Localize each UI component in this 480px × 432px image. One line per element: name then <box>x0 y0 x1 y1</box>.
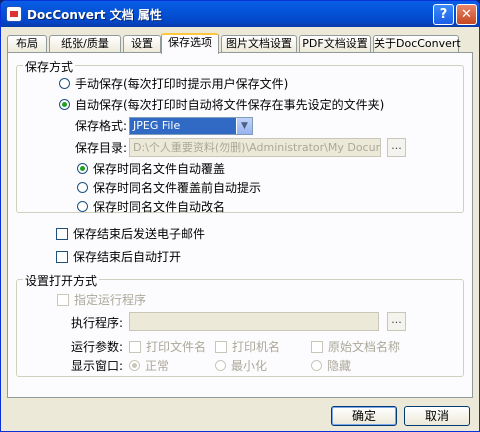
params-label: 运行参数: <box>71 340 124 354</box>
manual-save-radio[interactable] <box>59 78 70 89</box>
tab-paper-quality[interactable]: 纸张/质量 <box>49 35 121 53</box>
format-label: 保存格式: <box>75 119 128 133</box>
tab-layout[interactable]: 布局 <box>7 35 47 53</box>
dir-label: 保存目录: <box>75 141 128 155</box>
specify-program-option[interactable]: 指定运行程序 <box>57 292 146 308</box>
tab-pdf-settings[interactable]: PDF文档设置 <box>299 35 371 53</box>
properties-dialog: DocConvert 文档 属性 ? ✕ 布局 纸张/质量 设置 保存选项 图片… <box>0 0 480 432</box>
format-value: JPEG File <box>133 119 181 132</box>
specify-program-checkbox[interactable] <box>57 294 69 306</box>
exec-label: 执行程序: <box>71 316 124 330</box>
open-mode-group: 设置打开方式 指定运行程序 执行程序: ... 运行参数: 打印文件名 打印机名… <box>16 272 464 377</box>
ok-button[interactable]: 确定 <box>331 406 397 426</box>
param-original-name-checkbox[interactable] <box>311 341 323 353</box>
send-email-option[interactable]: 保存结束后发送电子邮件 <box>56 226 205 242</box>
save-options-panel: 保存方式 手动保存(每次打印时提示用户保存文件) 自动保存(每次打印时自动将文件… <box>7 52 473 398</box>
tab-save-options[interactable]: 保存选项 <box>161 33 219 54</box>
param-print-machine-checkbox[interactable] <box>215 341 227 353</box>
specify-program-label: 指定运行程序 <box>74 293 147 307</box>
manual-save-option[interactable]: 手动保存(每次打印时提示用户保存文件) <box>59 76 288 92</box>
prompt-radio[interactable] <box>77 182 88 193</box>
param-original-name-label: 原始文档名称 <box>328 340 401 354</box>
param-print-filename-label: 打印文件名 <box>146 340 207 354</box>
auto-open-option[interactable]: 保存结束后自动打开 <box>56 249 181 265</box>
auto-save-option[interactable]: 自动保存(每次打印时自动将文件保存在事先设定的文件夹) <box>59 97 384 113</box>
format-select[interactable]: JPEG File ▼ <box>129 117 253 135</box>
win-hide-option[interactable]: 隐藏 <box>311 358 351 374</box>
window-title: DocConvert 文档 属性 <box>27 8 162 22</box>
auto-open-checkbox[interactable] <box>56 251 68 263</box>
auto-save-label: 自动保存(每次打印时自动将文件保存在事先设定的文件夹) <box>75 98 385 112</box>
win-hide-radio[interactable] <box>311 360 322 371</box>
rename-option[interactable]: 保存时同名文件自动改名 <box>77 199 225 215</box>
win-normal-label: 正常 <box>145 359 170 373</box>
save-mode-title: 保存方式 <box>23 58 76 75</box>
param-print-filename-checkbox[interactable] <box>129 341 141 353</box>
send-email-checkbox[interactable] <box>56 228 68 240</box>
param-original-name-option[interactable]: 原始文档名称 <box>311 339 400 355</box>
prompt-label: 保存时同名文件覆盖前自动提示 <box>93 181 262 195</box>
exec-field[interactable] <box>129 312 379 331</box>
exec-browse-button[interactable]: ... <box>387 312 406 331</box>
rename-radio[interactable] <box>77 201 88 212</box>
prompt-option[interactable]: 保存时同名文件覆盖前自动提示 <box>77 180 261 196</box>
auto-save-radio[interactable] <box>59 99 70 110</box>
save-mode-group: 保存方式 手动保存(每次打印时提示用户保存文件) 自动保存(每次打印时自动将文件… <box>16 58 464 215</box>
win-hide-label: 隐藏 <box>327 359 352 373</box>
win-minimize-option[interactable]: 最小化 <box>215 358 267 374</box>
win-minimize-radio[interactable] <box>215 360 226 371</box>
tab-image-settings[interactable]: 图片文档设置 <box>221 35 297 53</box>
rename-label: 保存时同名文件自动改名 <box>93 200 226 214</box>
help-button[interactable]: ? <box>433 4 454 25</box>
send-email-label: 保存结束后发送电子邮件 <box>73 227 206 241</box>
win-normal-radio[interactable] <box>129 360 140 371</box>
win-normal-option[interactable]: 正常 <box>129 358 169 374</box>
auto-open-label: 保存结束后自动打开 <box>73 250 182 264</box>
dir-field[interactable]: D:\个人重要资料(勿删)\Administrator\My Documents… <box>129 138 381 157</box>
param-print-machine-label: 打印机名 <box>232 340 281 354</box>
overwrite-label: 保存时同名文件自动覆盖 <box>93 162 226 176</box>
tab-about[interactable]: 关于DocConvert <box>373 35 461 53</box>
tab-settings[interactable]: 设置 <box>123 35 161 53</box>
window-label: 显示窗口: <box>71 359 124 373</box>
app-icon <box>6 6 22 22</box>
manual-save-label: 手动保存(每次打印时提示用户保存文件) <box>75 77 289 91</box>
overwrite-radio[interactable] <box>77 163 88 174</box>
cancel-button[interactable]: 取消 <box>404 406 470 426</box>
close-button[interactable]: ✕ <box>456 4 477 25</box>
param-print-machine-option[interactable]: 打印机名 <box>215 339 280 355</box>
open-mode-title: 设置打开方式 <box>23 272 100 289</box>
title-bar[interactable]: DocConvert 文档 属性 ? ✕ <box>1 1 479 27</box>
win-minimize-label: 最小化 <box>231 359 268 373</box>
dir-browse-button[interactable]: ... <box>387 138 406 157</box>
overwrite-option[interactable]: 保存时同名文件自动覆盖 <box>77 161 225 177</box>
chevron-down-icon[interactable]: ▼ <box>236 118 252 134</box>
param-print-filename-option[interactable]: 打印文件名 <box>129 339 206 355</box>
